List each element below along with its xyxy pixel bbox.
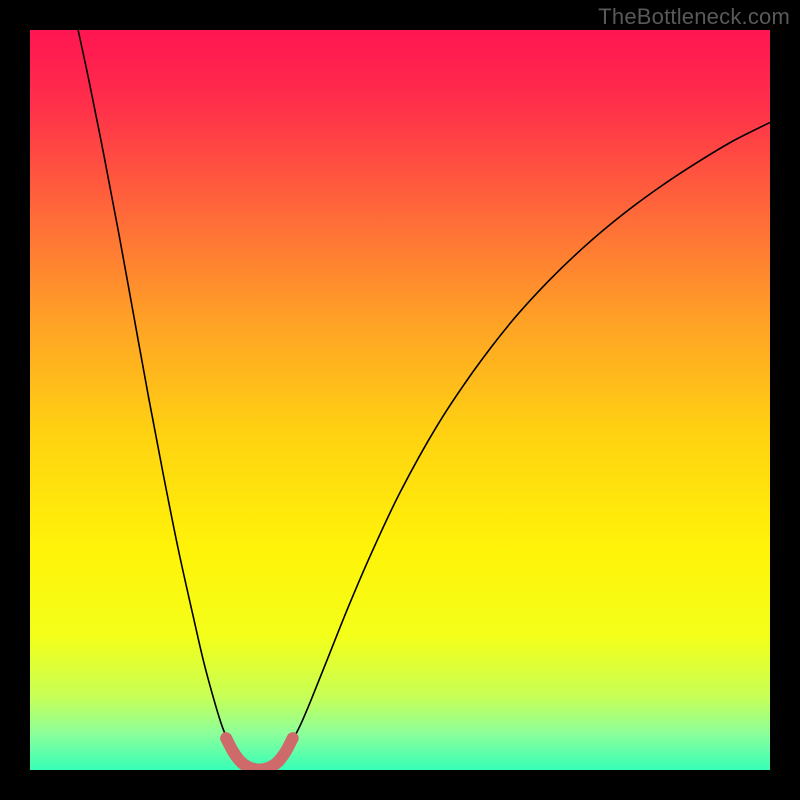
chart-background [30, 30, 770, 770]
plot-area [30, 30, 770, 770]
chart-frame: TheBottleneck.com [0, 0, 800, 800]
attribution-label: TheBottleneck.com [598, 4, 790, 30]
chart-svg [30, 30, 770, 770]
